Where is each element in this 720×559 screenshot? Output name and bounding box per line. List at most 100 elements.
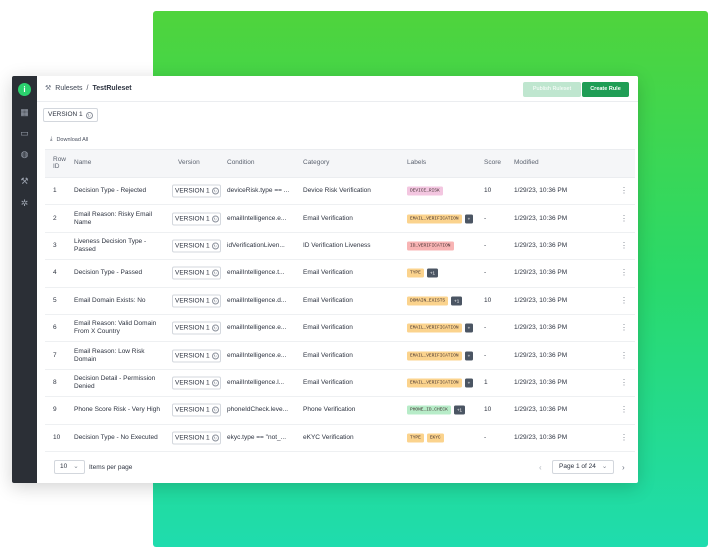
- category-text: Phone Verification: [303, 406, 356, 414]
- more-labels-badge[interactable]: +: [464, 323, 474, 333]
- category-text: ID Verification Liveness: [303, 241, 371, 249]
- breadcrumb-separator: /: [86, 84, 89, 92]
- table-row[interactable]: 10 Decision Type - No Executed VERSION 1…: [45, 425, 635, 452]
- version-label: VERSION 1: [175, 187, 210, 195]
- more-labels-badge[interactable]: +: [464, 378, 474, 388]
- col-condition: Condition: [227, 159, 255, 166]
- row-id: 2: [53, 214, 57, 222]
- more-labels-badge[interactable]: +: [464, 214, 474, 224]
- version-badge[interactable]: VERSION 1 ↻: [172, 212, 221, 226]
- version-label: VERSION 1: [175, 434, 210, 442]
- table-row[interactable]: 1 Decision Type - Rejected VERSION 1 ↻ d…: [45, 178, 635, 206]
- version-badge[interactable]: VERSION 1 ↻: [172, 294, 221, 308]
- table-row[interactable]: 3 Liveness Decision Type - Passed VERSIO…: [45, 233, 635, 261]
- condition-text: emailIntelligence.e...: [227, 351, 287, 359]
- more-options-icon[interactable]: ⋮: [620, 351, 628, 360]
- more-labels-badge[interactable]: +1: [451, 296, 463, 306]
- version-label: VERSION 1: [175, 269, 210, 277]
- version-badge[interactable]: VERSION 1 ↻: [172, 239, 221, 253]
- category-text: Email Verification: [303, 296, 353, 304]
- table-row[interactable]: 2 Email Reason: Risky Email Name VERSION…: [45, 205, 635, 233]
- create-rule-button[interactable]: Create Rule: [582, 82, 629, 97]
- category-text: Device Risk Verification: [303, 187, 371, 195]
- monitor-icon[interactable]: ▭: [19, 128, 30, 139]
- chevron-left-icon[interactable]: ‹: [539, 463, 542, 472]
- download-all-link[interactable]: ⤓ Download All: [50, 136, 88, 143]
- gear-icon[interactable]: ✲: [19, 198, 30, 209]
- history-icon: ↻: [211, 269, 219, 277]
- modified-text: 1/29/23, 10:36 PM: [514, 296, 568, 304]
- rules-icon[interactable]: ⚒: [19, 176, 30, 187]
- version-label: VERSION 1: [175, 406, 210, 414]
- rule-name[interactable]: Decision Type - Passed: [74, 269, 166, 277]
- rule-name[interactable]: Phone Score Risk - Very High: [74, 406, 166, 414]
- version-badge[interactable]: VERSION 1 ↻: [172, 349, 221, 363]
- more-labels-badge[interactable]: +: [464, 351, 474, 361]
- version-badge[interactable]: VERSION 1 ↻: [172, 431, 221, 445]
- table-row[interactable]: 7 Email Reason: Low Risk Domain VERSION …: [45, 342, 635, 370]
- label-tag: TYPE: [407, 268, 424, 278]
- version-badge[interactable]: VERSION 1 ↻: [172, 376, 221, 390]
- breadcrumb-rulesets[interactable]: Rulesets: [55, 85, 82, 92]
- publish-ruleset-button[interactable]: Publish Ruleset: [523, 82, 581, 97]
- category-text: Email Verification: [303, 214, 353, 222]
- labels-cell: DOMAIN_EXISTS +1: [407, 296, 463, 306]
- rule-name[interactable]: Email Reason: Valid Domain From X Countr…: [74, 320, 166, 336]
- score-text: 10: [484, 296, 492, 304]
- rule-name[interactable]: Liveness Decision Type - Passed: [74, 238, 166, 254]
- version-label: VERSION 1: [175, 242, 210, 250]
- page-select[interactable]: Page 1 of 24 ⌄: [552, 460, 614, 474]
- version-selector[interactable]: VERSION 1 ↻: [43, 108, 98, 122]
- label-tag: EMAIL_VERIFICATION: [407, 351, 462, 361]
- version-badge[interactable]: VERSION 1 ↻: [172, 184, 221, 198]
- items-per-page-select[interactable]: 10 ⌄: [54, 460, 85, 474]
- rule-name[interactable]: Email Domain Exists: No: [74, 297, 166, 305]
- rule-name[interactable]: Email Reason: Risky Email Name: [74, 211, 166, 227]
- grid-icon[interactable]: ▦: [19, 107, 30, 118]
- table-row[interactable]: 9 Phone Score Risk - Very High VERSION 1…: [45, 397, 635, 425]
- fingerprint-icon[interactable]: ◍: [19, 149, 30, 160]
- chevron-right-icon[interactable]: ›: [622, 463, 625, 472]
- more-options-icon[interactable]: ⋮: [620, 296, 628, 305]
- more-options-icon[interactable]: ⋮: [620, 324, 628, 332]
- more-options-icon[interactable]: ⋮: [620, 187, 628, 195]
- version-label: VERSION 1: [175, 352, 210, 360]
- table-footer: 10 ⌄ Items per page ‹ Page 1 of 24 ⌄ ›: [45, 454, 635, 480]
- items-per-page-value: 10: [60, 463, 68, 470]
- table-row[interactable]: 6 Email Reason: Valid Domain From X Coun…: [45, 315, 635, 343]
- label-tag: EKYC: [426, 433, 444, 443]
- more-options-icon[interactable]: ⋮: [620, 241, 628, 250]
- condition-text: emailIntelligence.t...: [227, 269, 285, 277]
- version-label: VERSION 1: [175, 215, 210, 223]
- version-badge[interactable]: VERSION 1 ↻: [172, 403, 221, 417]
- condition-text: phoneIdCheck.leve...: [227, 406, 289, 414]
- col-version: Version: [178, 159, 200, 166]
- col-row-id: Row ID: [53, 156, 67, 170]
- more-options-icon[interactable]: ⋮: [620, 269, 628, 277]
- labels-cell: ID_VERIFICATION: [407, 241, 454, 251]
- version-badge[interactable]: VERSION 1 ↻: [172, 266, 221, 280]
- rule-name[interactable]: Decision Type - No Executed: [74, 434, 166, 442]
- table-row[interactable]: 4 Decision Type - Passed VERSION 1 ↻ ema…: [45, 260, 635, 288]
- rule-name[interactable]: Decision Type - Rejected: [74, 187, 166, 195]
- label-tag: ID_VERIFICATION: [407, 241, 454, 251]
- score-text: -: [484, 241, 487, 249]
- more-options-icon[interactable]: ⋮: [620, 433, 628, 442]
- more-labels-badge[interactable]: +1: [453, 405, 465, 415]
- more-labels-badge[interactable]: +1: [426, 268, 438, 278]
- col-name: Name: [74, 159, 92, 166]
- rule-name[interactable]: Decision Detail - Permission Denied: [74, 375, 166, 391]
- version-badge[interactable]: VERSION 1 ↻: [172, 321, 221, 335]
- version-label: VERSION 1: [175, 379, 210, 387]
- breadcrumb-current: TestRuleset: [92, 84, 132, 92]
- modified-text: 1/29/23, 10:36 PM: [514, 406, 568, 414]
- table-row[interactable]: 5 Email Domain Exists: No VERSION 1 ↻ em…: [45, 288, 635, 315]
- row-id: 6: [53, 324, 57, 332]
- table-body: 1 Decision Type - Rejected VERSION 1 ↻ d…: [45, 178, 635, 452]
- condition-text: emailIntelligence.e...: [227, 214, 287, 222]
- more-options-icon[interactable]: ⋮: [620, 406, 628, 414]
- more-options-icon[interactable]: ⋮: [620, 378, 628, 387]
- rule-name[interactable]: Email Reason: Low Risk Domain: [74, 348, 166, 364]
- table-row[interactable]: 8 Decision Detail - Permission Denied VE…: [45, 370, 635, 398]
- more-options-icon[interactable]: ⋮: [620, 214, 628, 223]
